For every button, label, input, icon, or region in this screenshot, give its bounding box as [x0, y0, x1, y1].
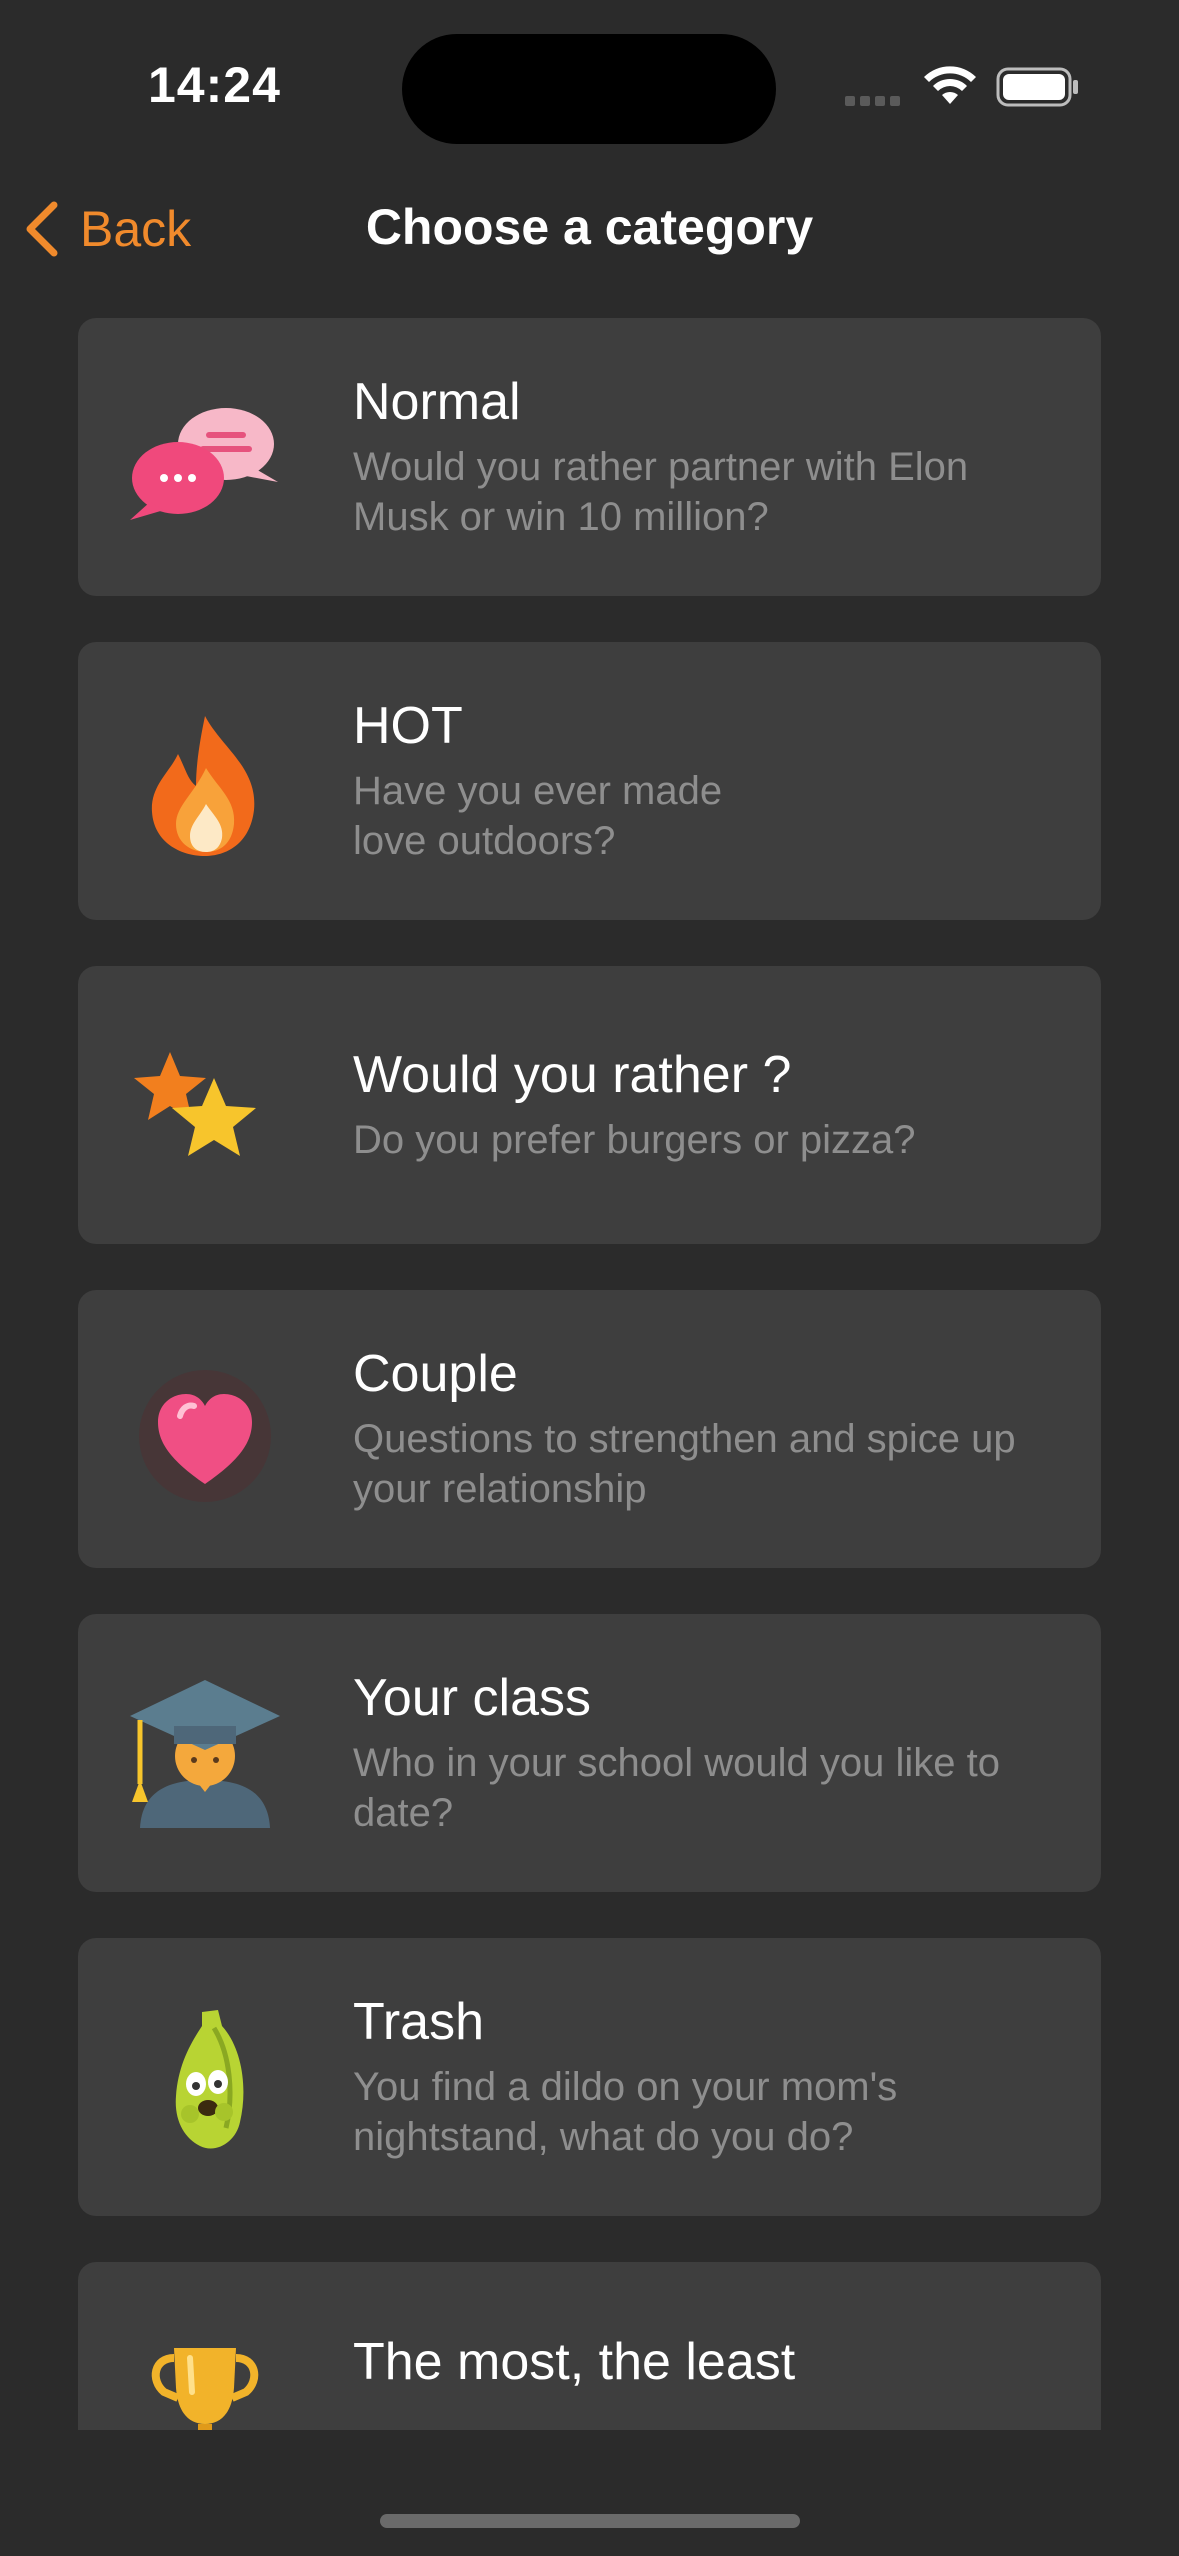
category-title: Your class — [353, 1669, 591, 1727]
category-card-the-most-the-least[interactable]: The most, the least — [78, 2262, 1101, 2430]
graduate-icon — [130, 1680, 280, 1828]
category-title: HOT — [353, 697, 463, 755]
category-description: You find a dildo on your mom's nightstan… — [353, 2065, 898, 2159]
cellular-signal-icon — [845, 93, 905, 106]
category-title: Normal — [353, 373, 521, 431]
fire-icon — [151, 716, 255, 856]
category-description: Have you ever made love outdoors? — [353, 769, 723, 863]
category-title: Would you rather ? — [353, 1046, 792, 1104]
stars-icon — [134, 1052, 256, 1156]
home-indicator[interactable] — [380, 2514, 800, 2528]
category-card-your-class[interactable]: Your class Who in your school would you … — [78, 1614, 1101, 1892]
chat-bubbles-icon — [130, 408, 278, 520]
category-description: Questions to strengthen and spice up you… — [353, 1417, 1016, 1511]
category-description: Would you rather partner with Elon Musk … — [353, 445, 969, 539]
category-description: Who in your school would you like to dat… — [353, 1741, 1000, 1835]
heart-icon — [139, 1370, 271, 1502]
category-card-normal[interactable]: Normal Would you rather partner with Elo… — [78, 318, 1101, 596]
banana-icon — [175, 2010, 244, 2149]
navigation-bar: Back Choose a category — [0, 180, 1179, 280]
category-title: Trash — [353, 1993, 484, 2051]
page-title: Choose a category — [365, 199, 814, 255]
trophy-icon — [151, 2348, 259, 2430]
category-title: The most, the least — [353, 2333, 796, 2391]
category-description: Do you prefer burgers or pizza? — [353, 1118, 916, 1162]
category-list[interactable]: Normal Would you rather partner with Elo… — [78, 318, 1101, 2430]
category-card-hot[interactable]: HOT Have you ever made love outdoors? — [78, 642, 1101, 920]
wifi-icon — [924, 66, 976, 104]
status-bar: 14:24 — [0, 0, 1179, 170]
category-card-couple[interactable]: Couple Questions to strengthen and spice… — [78, 1290, 1101, 1568]
category-title: Couple — [353, 1345, 518, 1403]
status-time: 14:24 — [148, 57, 281, 113]
category-card-trash[interactable]: Trash You find a dildo on your mom's nig… — [78, 1938, 1101, 2216]
battery-full-icon — [996, 67, 1078, 107]
category-card-would-you-rather[interactable]: Would you rather ? Do you prefer burgers… — [78, 966, 1101, 1244]
dynamic-island — [402, 34, 776, 144]
